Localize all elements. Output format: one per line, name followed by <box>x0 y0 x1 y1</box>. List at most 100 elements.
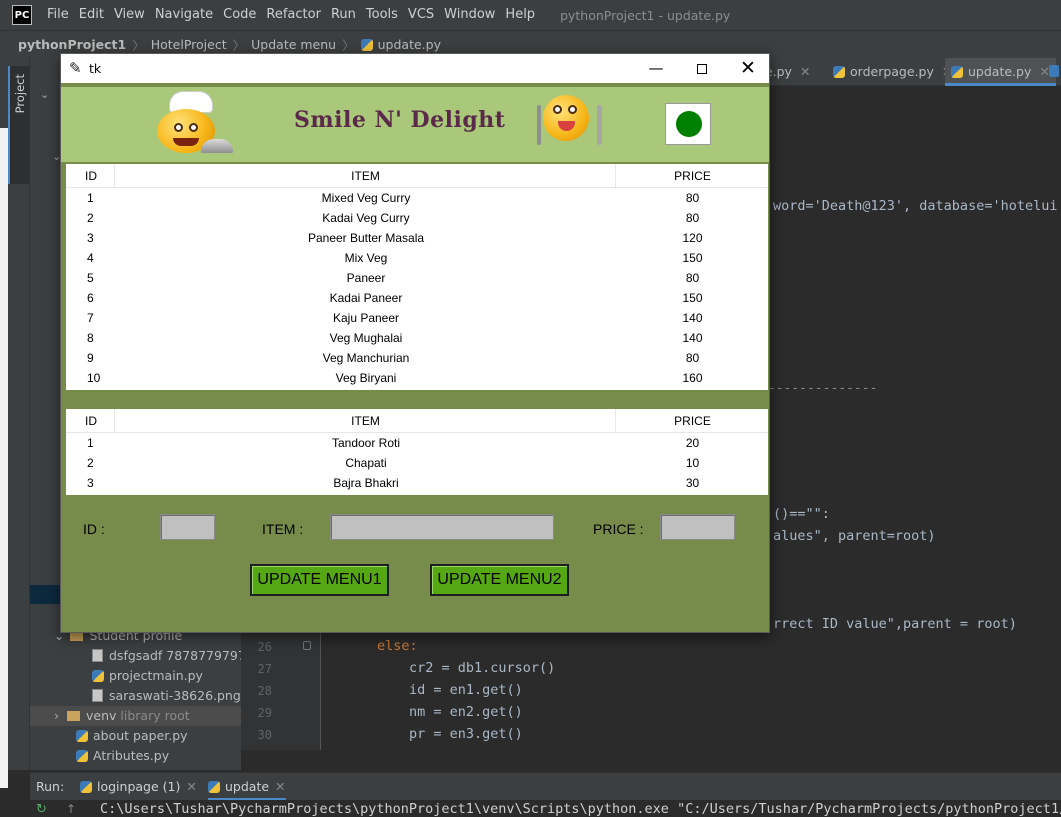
table-row[interactable]: 1 Tandoor Roti 20 <box>66 433 768 453</box>
cell-price: 10 <box>685 456 700 470</box>
code-line-pr[interactable]: pr = en3.get() <box>409 726 523 742</box>
tree-item-venv[interactable]: › venv library root <box>30 706 241 726</box>
veg-menu-table: ID ITEM PRICE 1 Mixed Veg Curry 80 2 Kadai … <box>66 164 768 390</box>
code-line-id[interactable]: id = en1.get() <box>409 682 523 698</box>
update-menu2-button[interactable]: UPDATE MENU2 <box>430 564 569 596</box>
cell-price: 80 <box>685 351 700 365</box>
code-error-line[interactable]: rrect ID value",parent = root) <box>773 616 1017 632</box>
cell-item: Paneer Butter Masala <box>307 231 425 245</box>
code-line-else[interactable]: else: <box>377 638 418 654</box>
line-number: 28 <box>257 684 272 698</box>
folder-icon <box>67 711 80 721</box>
python-file-icon <box>80 781 92 793</box>
menu-window[interactable]: Window <box>439 0 500 30</box>
close-icon[interactable]: ✕ <box>186 779 196 794</box>
menu-tools[interactable]: Tools <box>361 0 403 30</box>
tree-item-atributes[interactable]: Atributes.py <box>76 746 169 766</box>
table-row[interactable]: 8 Veg Mughalai 140 <box>66 328 768 348</box>
code-db-connect-line[interactable]: word='Death@123', database='hotelui') <box>773 198 1061 214</box>
tree-item-projectmain[interactable]: projectmain.py <box>92 666 203 686</box>
chevron-right-icon[interactable]: › <box>54 708 59 723</box>
menu-refactor[interactable]: Refactor <box>261 0 326 30</box>
column-header-price[interactable]: PRICE <box>617 164 768 188</box>
rerun-icon[interactable]: ↻ <box>36 802 47 817</box>
id-entry[interactable] <box>160 514 215 540</box>
cell-id: 6 <box>87 291 94 305</box>
close-icon[interactable]: ✕ <box>800 64 810 79</box>
tree-item-png-file[interactable]: saraswati-38626.png <box>92 686 241 706</box>
code-message-line[interactable]: alues", parent=root) <box>773 528 936 544</box>
cell-price: 120 <box>682 231 703 245</box>
price-entry[interactable] <box>660 514 735 540</box>
menu-navigate[interactable]: Navigate <box>150 0 218 30</box>
code-empty-check-line[interactable]: ()=="": <box>773 506 830 522</box>
python-file-icon <box>1049 65 1059 77</box>
project-tool-tab[interactable]: Project <box>8 66 30 184</box>
minimize-button[interactable]: — <box>633 54 679 83</box>
cell-id: 9 <box>87 351 94 365</box>
run-tab-loginpage[interactable]: loginpage (1) ✕ <box>80 773 197 801</box>
table-row[interactable]: 5 Paneer 80 <box>66 268 768 288</box>
tree-item-label: venv <box>86 708 117 723</box>
maximize-button[interactable] <box>679 54 725 83</box>
cell-id: 5 <box>87 271 94 285</box>
menu-run[interactable]: Run <box>326 0 361 30</box>
text-file-icon <box>92 649 103 662</box>
table-row[interactable]: 3 Paneer Butter Masala 120 <box>66 228 768 248</box>
restaurant-banner: Smile N' Delight <box>61 87 769 162</box>
breadcrumb-subfolder[interactable]: Update menu <box>251 37 336 52</box>
cell-id: 2 <box>87 456 94 470</box>
column-header-id[interactable]: ID <box>66 409 115 433</box>
tab-update[interactable]: update.py ✕ <box>945 58 1056 86</box>
menu-edit[interactable]: Edit <box>74 0 109 30</box>
price-label: PRICE : <box>593 521 644 537</box>
breadcrumb-folder[interactable]: HotelProject <box>151 37 227 52</box>
table-row[interactable]: 7 Kaju Paneer 140 <box>66 308 768 328</box>
menu-file[interactable]: File <box>42 0 74 30</box>
table-row[interactable]: 1 Mixed Veg Curry 80 <box>66 188 768 208</box>
run-tab-update[interactable]: update ✕ <box>208 773 286 801</box>
table-row[interactable]: 2 Chapati 10 <box>66 453 768 473</box>
tree-item-label: projectmain.py <box>109 668 203 683</box>
tree-item-label: saraswati-38626.png <box>109 688 241 703</box>
serving-tray-icon <box>201 139 233 153</box>
run-tab-label: loginpage (1) <box>97 779 181 794</box>
cell-price: 140 <box>682 311 703 325</box>
close-icon[interactable]: ✕ <box>275 779 285 794</box>
table-row[interactable]: 6 Kadai Paneer 150 <box>66 288 768 308</box>
column-header-price[interactable]: PRICE <box>617 409 768 433</box>
code-line-nm[interactable]: nm = en2.get() <box>409 704 523 720</box>
column-header-id[interactable]: ID <box>66 164 115 188</box>
column-header-item[interactable]: ITEM <box>116 164 616 188</box>
fold-marker-icon[interactable] <box>303 641 311 650</box>
breadcrumb-file[interactable]: update.py <box>378 37 441 52</box>
line-number: 29 <box>257 706 272 720</box>
code-line-cursor[interactable]: cr2 = db1.cursor() <box>409 660 555 676</box>
table-row[interactable]: 2 Kadai Veg Curry 80 <box>66 208 768 228</box>
cell-id: 3 <box>87 231 94 245</box>
tab-orderpage[interactable]: orderpage.py✕ <box>827 58 958 86</box>
arrow-up-icon[interactable]: ↑ <box>66 802 76 816</box>
menu-code[interactable]: Code <box>218 0 261 30</box>
table-row[interactable]: 4 Mix Veg 150 <box>66 248 768 268</box>
close-button[interactable]: ✕ <box>725 54 771 83</box>
item-entry[interactable] <box>330 514 554 540</box>
cell-price: 80 <box>685 191 700 205</box>
menu-vcs[interactable]: VCS <box>403 0 439 30</box>
table-row[interactable]: 3 Bajra Bhakri 30 <box>66 473 768 493</box>
update-menu1-button[interactable]: UPDATE MENU1 <box>250 564 389 596</box>
menu-help[interactable]: Help <box>500 0 540 30</box>
column-header-item[interactable]: ITEM <box>116 409 616 433</box>
breadcrumb-separator-icon: 〉 <box>232 38 246 53</box>
cell-id: 1 <box>87 436 94 450</box>
chevron-down-icon[interactable]: ⌄ <box>40 88 49 101</box>
tree-item-about-paper[interactable]: about paper.py <box>76 726 188 746</box>
menu-view[interactable]: View <box>109 0 150 30</box>
tab-label: update.py <box>968 64 1032 79</box>
breadcrumb-project[interactable]: pythonProject1 <box>18 37 126 52</box>
cell-id: 4 <box>87 251 94 265</box>
table-row[interactable]: 9 Veg Manchurian 80 <box>66 348 768 368</box>
table-row[interactable]: 10 Veg Biryani 160 <box>66 368 768 388</box>
item-label: ITEM : <box>262 521 304 537</box>
tk-titlebar[interactable]: ✎ tk — ✕ <box>61 54 769 83</box>
